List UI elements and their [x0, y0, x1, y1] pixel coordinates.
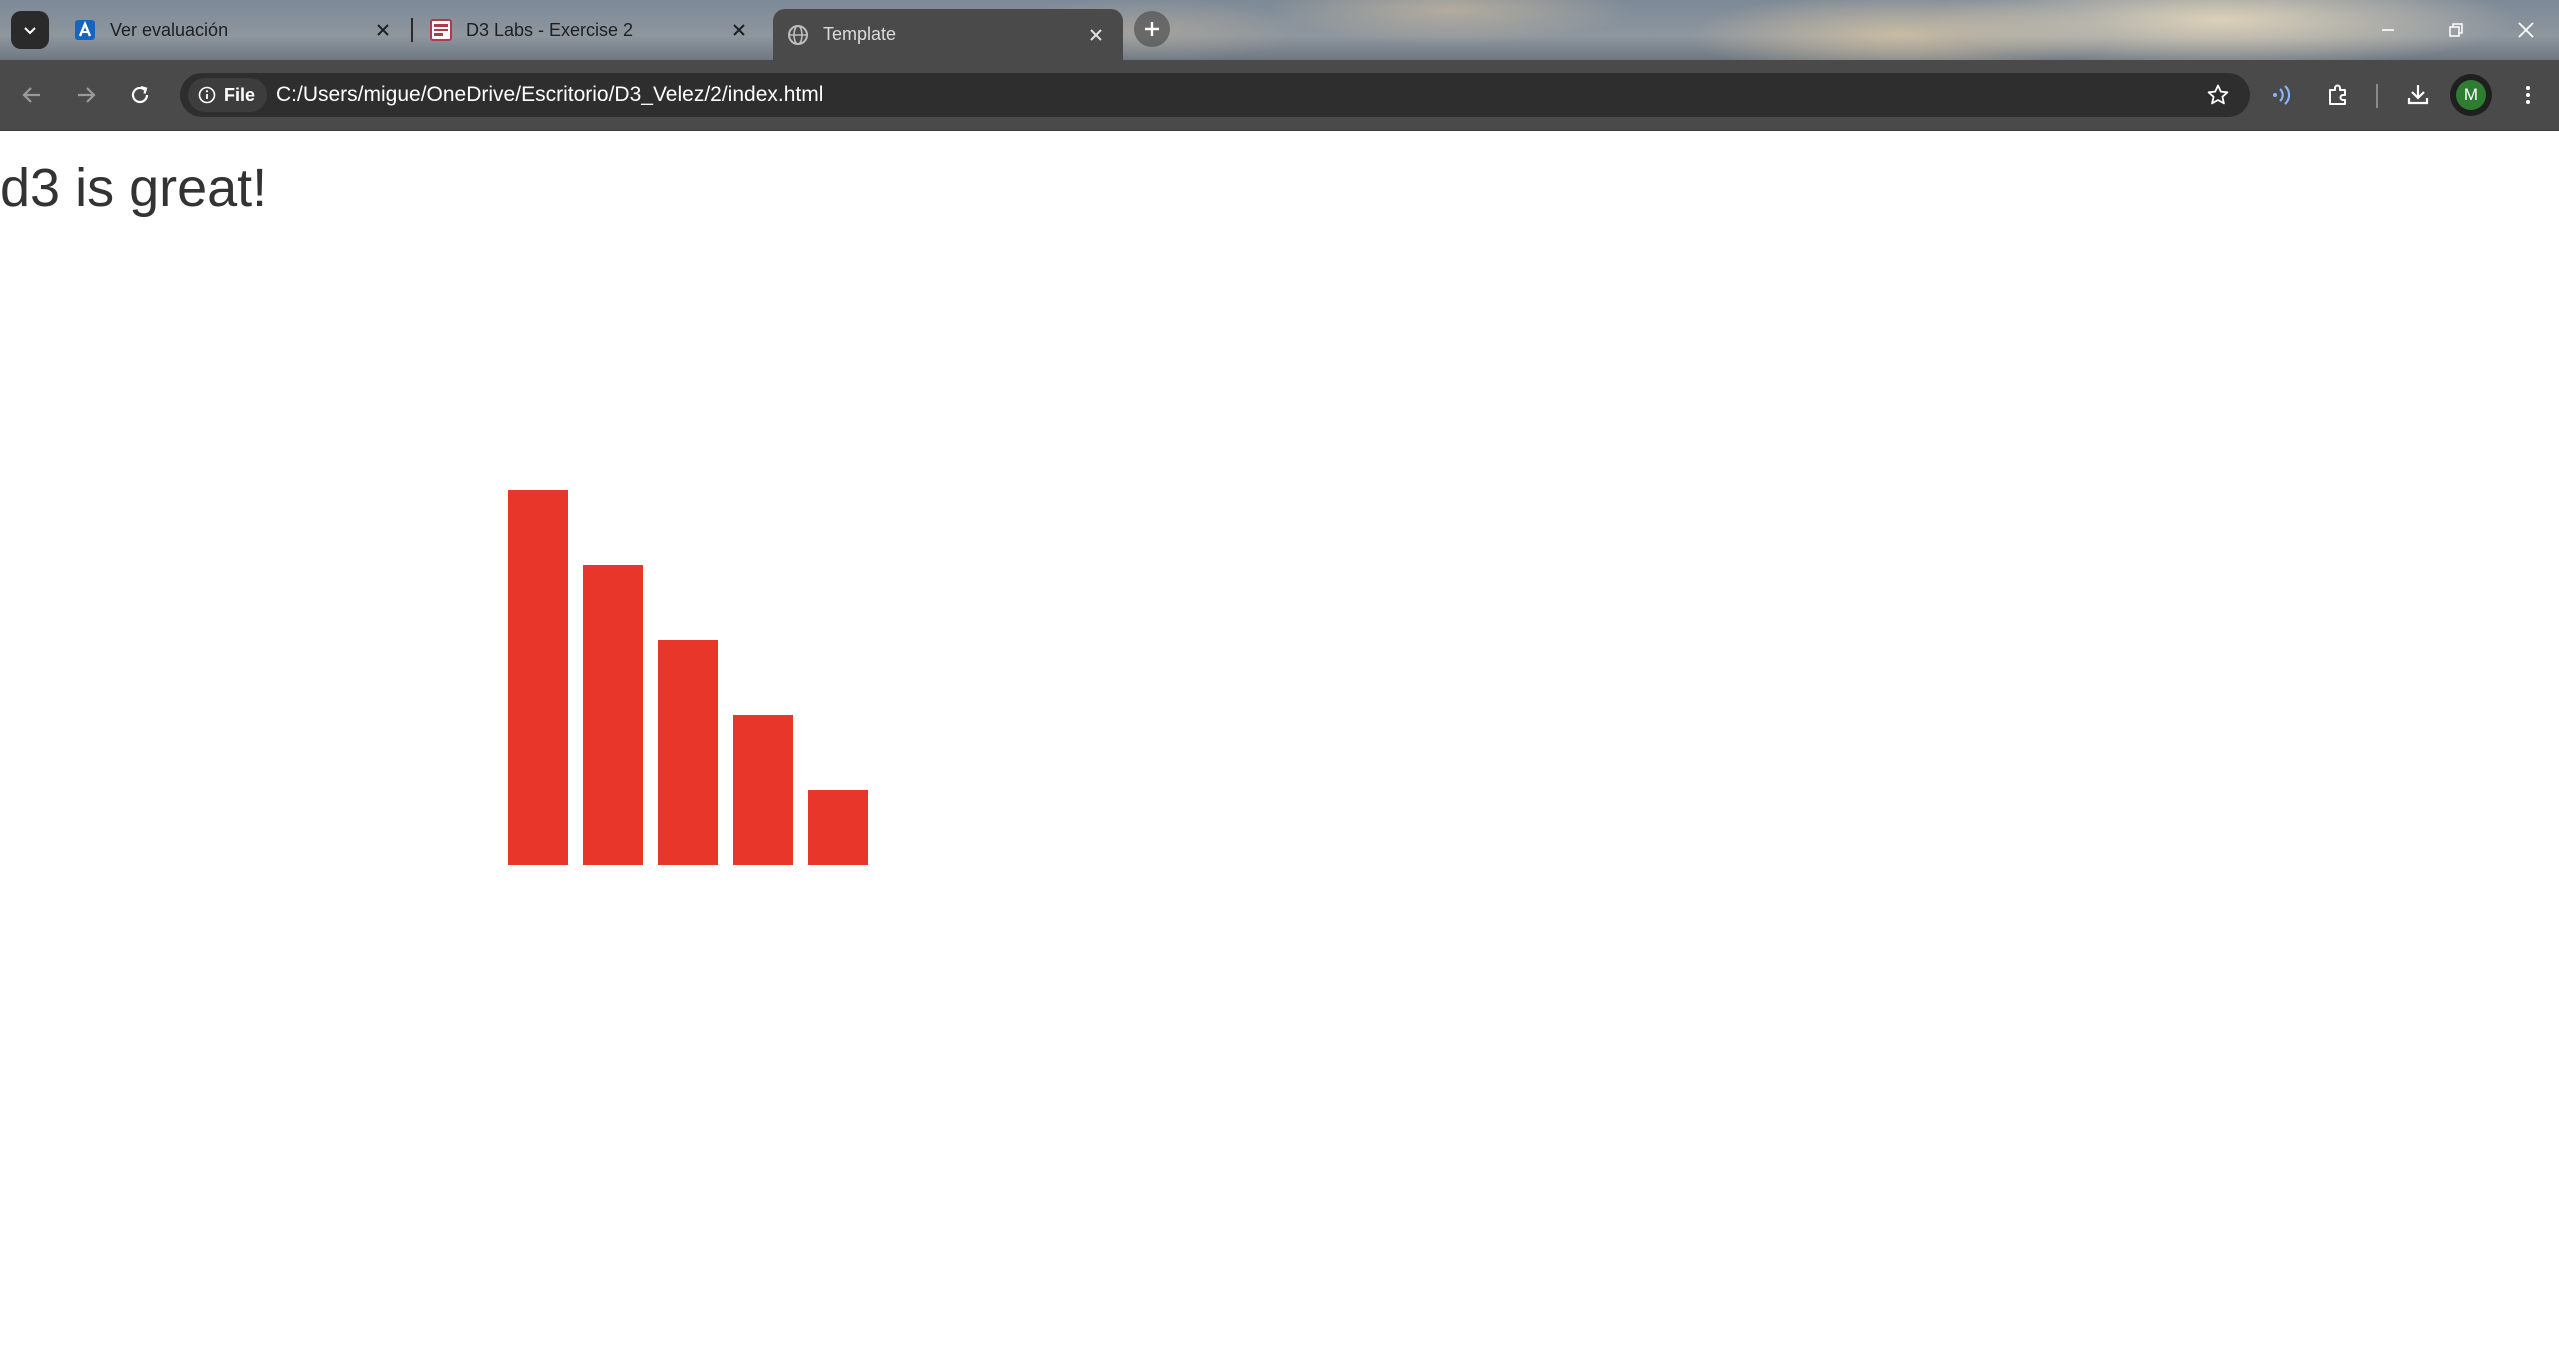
bar-chart — [508, 490, 868, 865]
browser-window: Ver evaluación D3 Labs - Exercise 2 Temp… — [0, 0, 2559, 1368]
close-tab-icon[interactable] — [726, 17, 752, 43]
back-button[interactable] — [14, 77, 50, 113]
close-tab-icon[interactable] — [1083, 22, 1109, 48]
browser-toolbar: File C:/Users/migue/OneDrive/Escritorio/… — [0, 60, 2559, 131]
extensions-button[interactable] — [2320, 77, 2356, 113]
star-icon — [2207, 84, 2229, 105]
profile-initial: M — [2456, 80, 2486, 110]
sound-waves-icon — [2273, 85, 2291, 105]
scheme-label: File — [224, 84, 256, 105]
bookmark-button[interactable] — [2202, 79, 2234, 111]
bar-5 — [808, 790, 868, 865]
bar-1 — [508, 490, 568, 865]
puzzle-piece-icon — [2329, 84, 2346, 105]
bar-2 — [583, 565, 643, 865]
arrow-right-icon — [78, 87, 96, 103]
chevron-down-icon — [24, 27, 36, 35]
profile-avatar[interactable]: M — [2450, 74, 2492, 116]
tab-template[interactable]: Template — [773, 9, 1123, 60]
close-tab-icon[interactable] — [370, 17, 396, 43]
arrow-left-icon — [22, 87, 40, 103]
reload-icon — [131, 85, 149, 104]
d3-labs-site-icon — [430, 19, 452, 41]
restore-icon — [2449, 23, 2463, 37]
bar-3 — [658, 640, 718, 865]
page-viewport: d3 is great! — [0, 131, 2559, 1368]
minimize-button[interactable] — [2370, 12, 2406, 48]
tab-strip: Ver evaluación D3 Labs - Exercise 2 Temp… — [0, 0, 2559, 60]
close-window-button[interactable] — [2508, 12, 2544, 48]
kebab-menu-icon — [2526, 86, 2530, 104]
reload-button[interactable] — [122, 77, 158, 113]
site-info-chip[interactable]: File — [188, 78, 268, 112]
globe-icon — [787, 24, 809, 46]
downloads-button[interactable] — [2400, 77, 2436, 113]
tab-title: D3 Labs - Exercise 2 — [466, 19, 634, 40]
address-bar[interactable]: File C:/Users/migue/OneDrive/Escritorio/… — [180, 73, 2250, 117]
restore-button[interactable] — [2438, 12, 2474, 48]
new-tab-button[interactable] — [1134, 11, 1170, 47]
url-text[interactable]: C:/Users/migue/OneDrive/Escritorio/D3_Ve… — [276, 73, 823, 117]
tab-title: Template — [823, 24, 897, 44]
info-icon — [198, 86, 216, 104]
close-icon — [2518, 22, 2534, 38]
tab-title: Ver evaluación — [110, 19, 229, 40]
letter-a-app-icon — [74, 19, 96, 41]
tab-search-button[interactable] — [11, 11, 49, 49]
plus-icon — [1145, 22, 1159, 36]
forward-button[interactable] — [68, 77, 104, 113]
bar-4 — [733, 715, 793, 865]
tab-ver-evaluacion[interactable]: Ver evaluación — [60, 9, 410, 51]
browser-menu-button[interactable] — [2510, 77, 2546, 113]
tab-d3-labs-exercise-2[interactable]: D3 Labs - Exercise 2 — [416, 9, 766, 51]
read-aloud-button[interactable] — [2264, 77, 2300, 113]
download-icon — [2407, 85, 2429, 105]
tab-separator — [411, 18, 413, 42]
toolbar-divider — [2376, 84, 2378, 108]
minimize-icon — [2382, 29, 2394, 31]
